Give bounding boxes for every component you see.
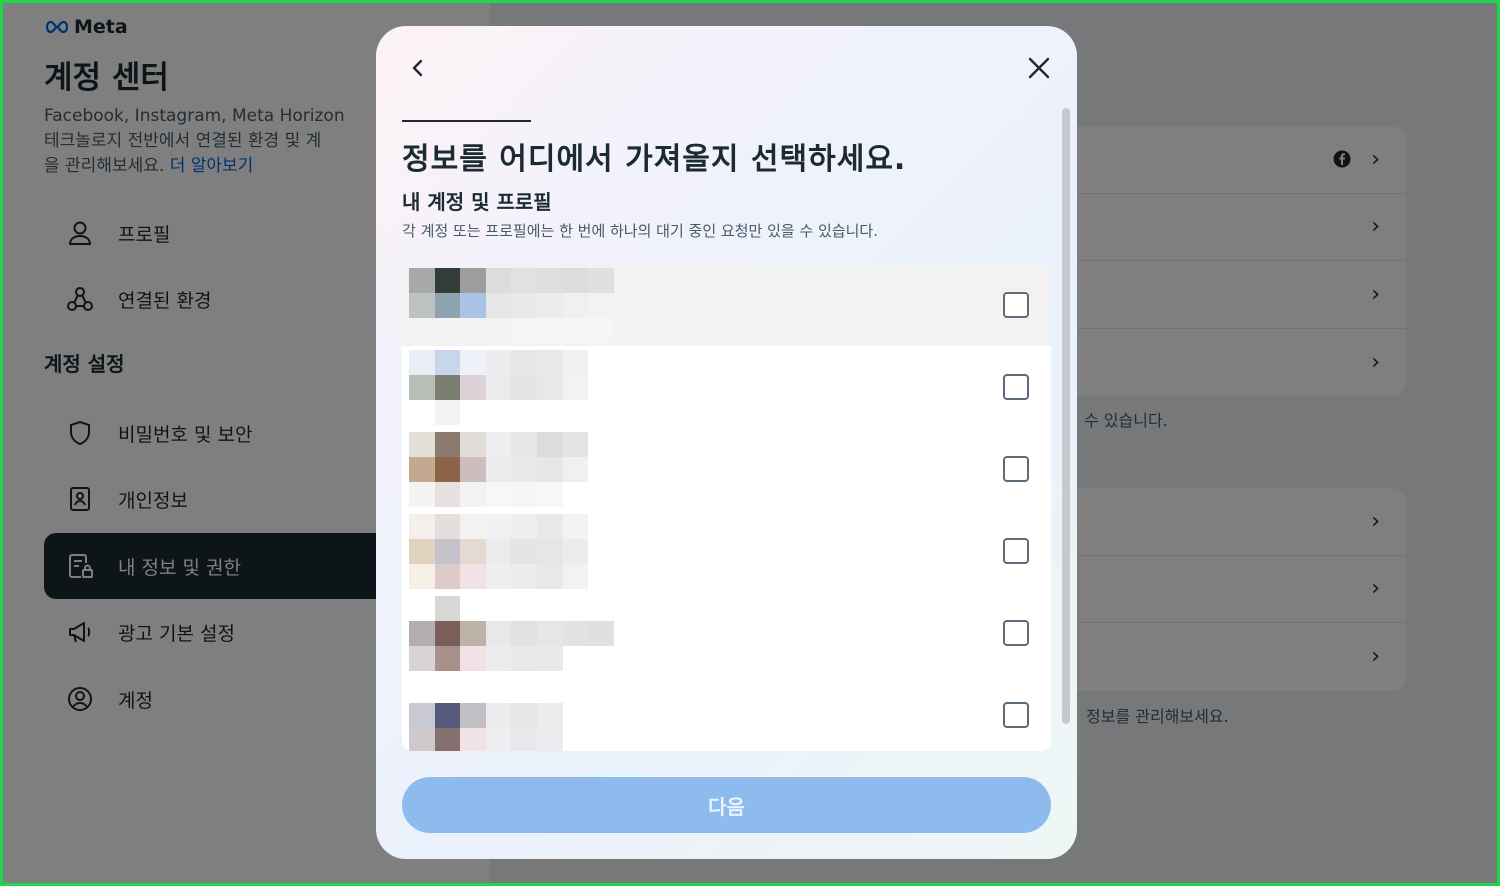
account-checkbox[interactable] (1003, 702, 1029, 728)
account-row[interactable] (402, 592, 1051, 674)
pixelated-account-info (409, 432, 614, 507)
account-row[interactable] (402, 428, 1051, 510)
account-row[interactable] (402, 346, 1051, 428)
pixelated-account-info (409, 514, 614, 589)
close-icon (1028, 57, 1050, 79)
scrollbar[interactable] (1062, 108, 1070, 724)
next-button[interactable]: 다음 (402, 777, 1051, 833)
dialog-subtitle: 내 계정 및 프로필 (402, 190, 552, 214)
account-checkbox[interactable] (1003, 456, 1029, 482)
pixelated-account-info (409, 268, 614, 343)
account-list (402, 264, 1051, 751)
account-row[interactable] (402, 510, 1051, 592)
pixelated-account-info (409, 350, 614, 425)
pixelated-account-info (409, 596, 614, 671)
dialog-note: 각 계정 또는 프로필에는 한 번에 하나의 대기 중인 요청만 있을 수 있습… (402, 222, 878, 240)
title-rule (402, 120, 531, 122)
account-checkbox[interactable] (1003, 620, 1029, 646)
close-button[interactable] (1019, 48, 1059, 88)
select-source-dialog: 정보를 어디에서 가져올지 선택하세요. 내 계정 및 프로필 각 계정 또는 … (376, 26, 1077, 859)
back-button[interactable] (400, 50, 436, 86)
account-checkbox[interactable] (1003, 374, 1029, 400)
chevron-left-icon (412, 59, 423, 77)
account-row[interactable] (402, 674, 1051, 751)
account-checkbox[interactable] (1003, 292, 1029, 318)
account-checkbox[interactable] (1003, 538, 1029, 564)
account-row[interactable] (402, 264, 1051, 346)
pixelated-account-info (409, 678, 614, 751)
dialog-title: 정보를 어디에서 가져올지 선택하세요. (402, 142, 907, 177)
